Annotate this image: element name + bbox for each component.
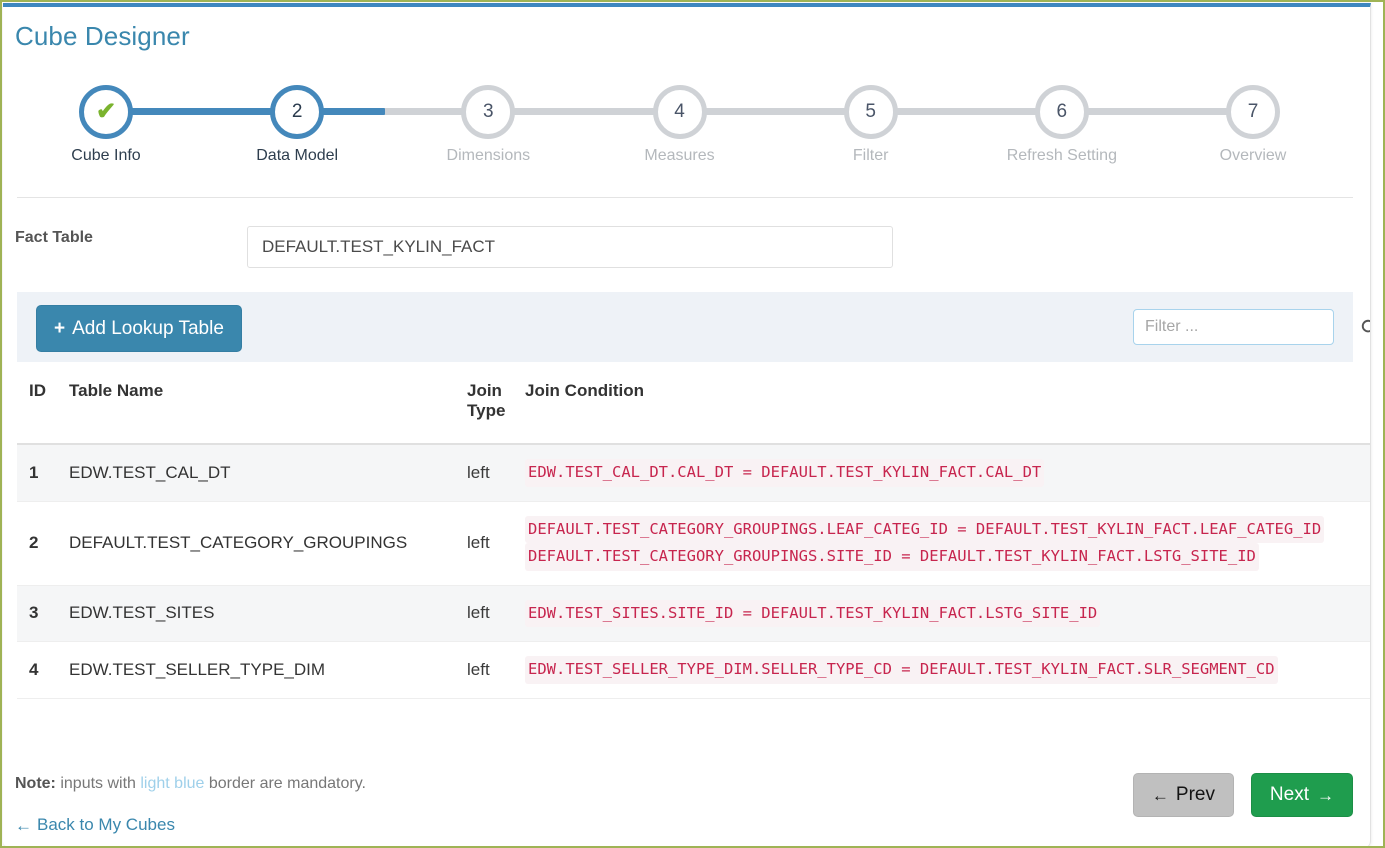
next-button-label: Next [1269,784,1309,805]
mandatory-note: Note: inputs with light blue border are … [15,775,366,793]
table-row[interactable]: 4 EDW.TEST_SELLER_TYPE_DIM left EDW.TEST_SE… [17,641,1370,699]
stepper-step-number: 7 [1247,101,1259,122]
stepper-connector-3 [508,108,660,115]
note-prefix: Note: [15,775,56,792]
back-link-label: Back to My Cubes [37,815,175,834]
arrow-right-icon: → [1317,785,1334,805]
table-header-row: ID Table Name Join Type Join Condition [17,363,1370,445]
join-condition-code: DEFAULT.TEST_CATEGORY_GROUPINGS.SITE_ID … [525,543,1259,571]
join-condition-line: EDW.TEST_CAL_DT.CAL_DT = DEFAULT.TEST_KY… [525,459,1370,487]
lookup-tables-table: ID Table Name Join Type Join Condition 1… [17,363,1370,699]
stepper-label-5: Filter [852,147,889,164]
filter-input[interactable] [1134,310,1360,344]
join-condition-line: EDW.TEST_SELLER_TYPE_DIM.SELLER_TYPE_CD … [525,656,1370,684]
cube-designer-panel: Cube Designer ✔ Cube Info 2 Data Model 3 Dime… [3,3,1371,846]
lookup-toolbar: + Add Lookup Table [17,292,1370,362]
cell-id: 3 [17,585,69,643]
stepper-connector-fill [317,108,386,115]
cell-id: 1 [17,444,69,502]
join-condition-code: EDW.TEST_CAL_DT.CAL_DT = DEFAULT.TEST_KY… [525,459,1045,487]
stepper-connector-fill [126,108,278,115]
stepper-label-2: Data Model [256,147,339,164]
table-row[interactable]: 2 DEFAULT.TEST_CATEGORY_GROUPINGS left DEFA… [17,501,1370,586]
stepper-connector-4 [699,108,851,115]
stepper-label-4: Measures [644,147,715,164]
stepper-step-2[interactable]: 2 [270,85,325,139]
cell-table-name: EDW.TEST_SITES [69,585,467,643]
join-condition-code: EDW.TEST_SITES.SITE_ID = DEFAULT.TEST_KY… [525,599,1101,628]
stepper-step-number: 2 [291,101,303,122]
note-highlight: light blue [140,775,205,792]
page-frame: Cube Designer ✔ Cube Info 2 Data Model 3 Dime… [0,0,1385,848]
prev-button[interactable]: ← Prev [1132,773,1234,817]
table-row[interactable]: 3 EDW.TEST_SITES left EDW.TEST_SITES.SITE_I… [17,585,1370,643]
join-condition-line: EDW.TEST_SITES.SITE_ID = DEFAULT.TEST_KY… [525,599,1370,628]
stepper-connector-2 [317,108,469,115]
join-condition-code: EDW.TEST_SELLER_TYPE_DIM.SELLER_TYPE_CD … [525,656,1278,684]
header-join-condition: Join Condition [525,363,1370,445]
table-row[interactable]: 1 EDW.TEST_CAL_DT left EDW.TEST_CAL_DT.CAL_… [17,444,1370,502]
stepper-step-4[interactable]: 4 [652,85,707,139]
header-table-name: Table Name [69,363,467,445]
add-lookup-table-button[interactable]: + Add Lookup Table [36,305,242,352]
cell-join-condition: EDW.TEST_CAL_DT.CAL_DT = DEFAULT.TEST_KY… [525,444,1370,502]
stepper-step-number: 4 [674,101,685,122]
header-id: ID [17,363,69,445]
arrow-left-icon: ← [1151,785,1169,805]
cell-id: 4 [17,641,69,699]
stepper-step-1[interactable]: ✔ [79,85,133,139]
stepper-connector-6 [1081,108,1233,115]
stepper-label-1: Cube Info [71,147,141,164]
cell-join-condition: EDW.TEST_SELLER_TYPE_DIM.SELLER_TYPE_CD … [525,641,1370,699]
stepper-label-3: Dimensions [446,147,531,164]
join-condition-line: DEFAULT.TEST_CATEGORY_GROUPINGS.SITE_ID … [525,543,1370,571]
stepper-connector-5 [890,108,1042,115]
join-condition-line: DEFAULT.TEST_CATEGORY_GROUPINGS.LEAF_CAT… [525,515,1370,544]
stepper-step-number: 6 [1056,101,1068,122]
cell-join-condition: EDW.TEST_SITES.SITE_ID = DEFAULT.TEST_KY… [525,585,1370,643]
search-icon[interactable] [1360,310,1370,344]
add-lookup-table-label: Add Lookup Table [72,317,224,339]
cell-join-type: left [467,641,525,699]
join-condition-code: DEFAULT.TEST_CATEGORY_GROUPINGS.LEAF_CAT… [525,515,1325,544]
stepper-step-7[interactable]: 7 [1226,85,1280,139]
note-text-2: border are mandatory. [204,775,366,792]
cell-join-type: left [467,585,525,643]
back-to-my-cubes-link[interactable]: ← Back to My Cubes [15,815,175,835]
stepper-label-6: Refresh Setting [1006,147,1117,164]
cell-table-name: EDW.TEST_CAL_DT [69,444,467,502]
wizard-stepper: ✔ Cube Info 2 Data Model 3 Dimensions 4 Measure… [21,85,1335,185]
fact-table-input[interactable] [247,226,893,268]
filter-search-box[interactable] [1133,309,1370,345]
prev-button-label: Prev [1175,784,1215,805]
section-divider [17,197,1353,198]
cell-id: 2 [17,501,69,586]
cell-join-condition: DEFAULT.TEST_CATEGORY_GROUPINGS.LEAF_CAT… [525,501,1370,586]
cell-join-type: left [467,444,525,502]
stepper-label-7: Overview [1219,147,1287,164]
fact-table-label: Fact Table [15,229,93,246]
note-text-1: inputs with [55,775,141,792]
plus-icon: + [54,318,66,339]
arrow-left-icon: ← [15,815,32,835]
cell-table-name: EDW.TEST_SELLER_TYPE_DIM [69,641,467,699]
stepper-step-5[interactable]: 5 [843,85,898,139]
cell-join-type: left [467,501,525,586]
stepper-track: ✔ Cube Info 2 Data Model 3 Dimensions 4 Measure… [21,85,1335,164]
stepper-step-3[interactable]: 3 [461,85,516,139]
check-icon: ✔ [95,98,117,125]
stepper-step-number: 3 [483,101,494,122]
cell-table-name: DEFAULT.TEST_CATEGORY_GROUPINGS [69,501,467,586]
page-title: Cube Designer [15,21,190,51]
stepper-step-6[interactable]: 6 [1034,85,1089,139]
stepper-step-number: 5 [865,101,876,122]
header-join-type: Join Type [467,363,525,445]
stepper-connector-1 [126,108,278,115]
next-button[interactable]: Next → [1250,773,1353,817]
